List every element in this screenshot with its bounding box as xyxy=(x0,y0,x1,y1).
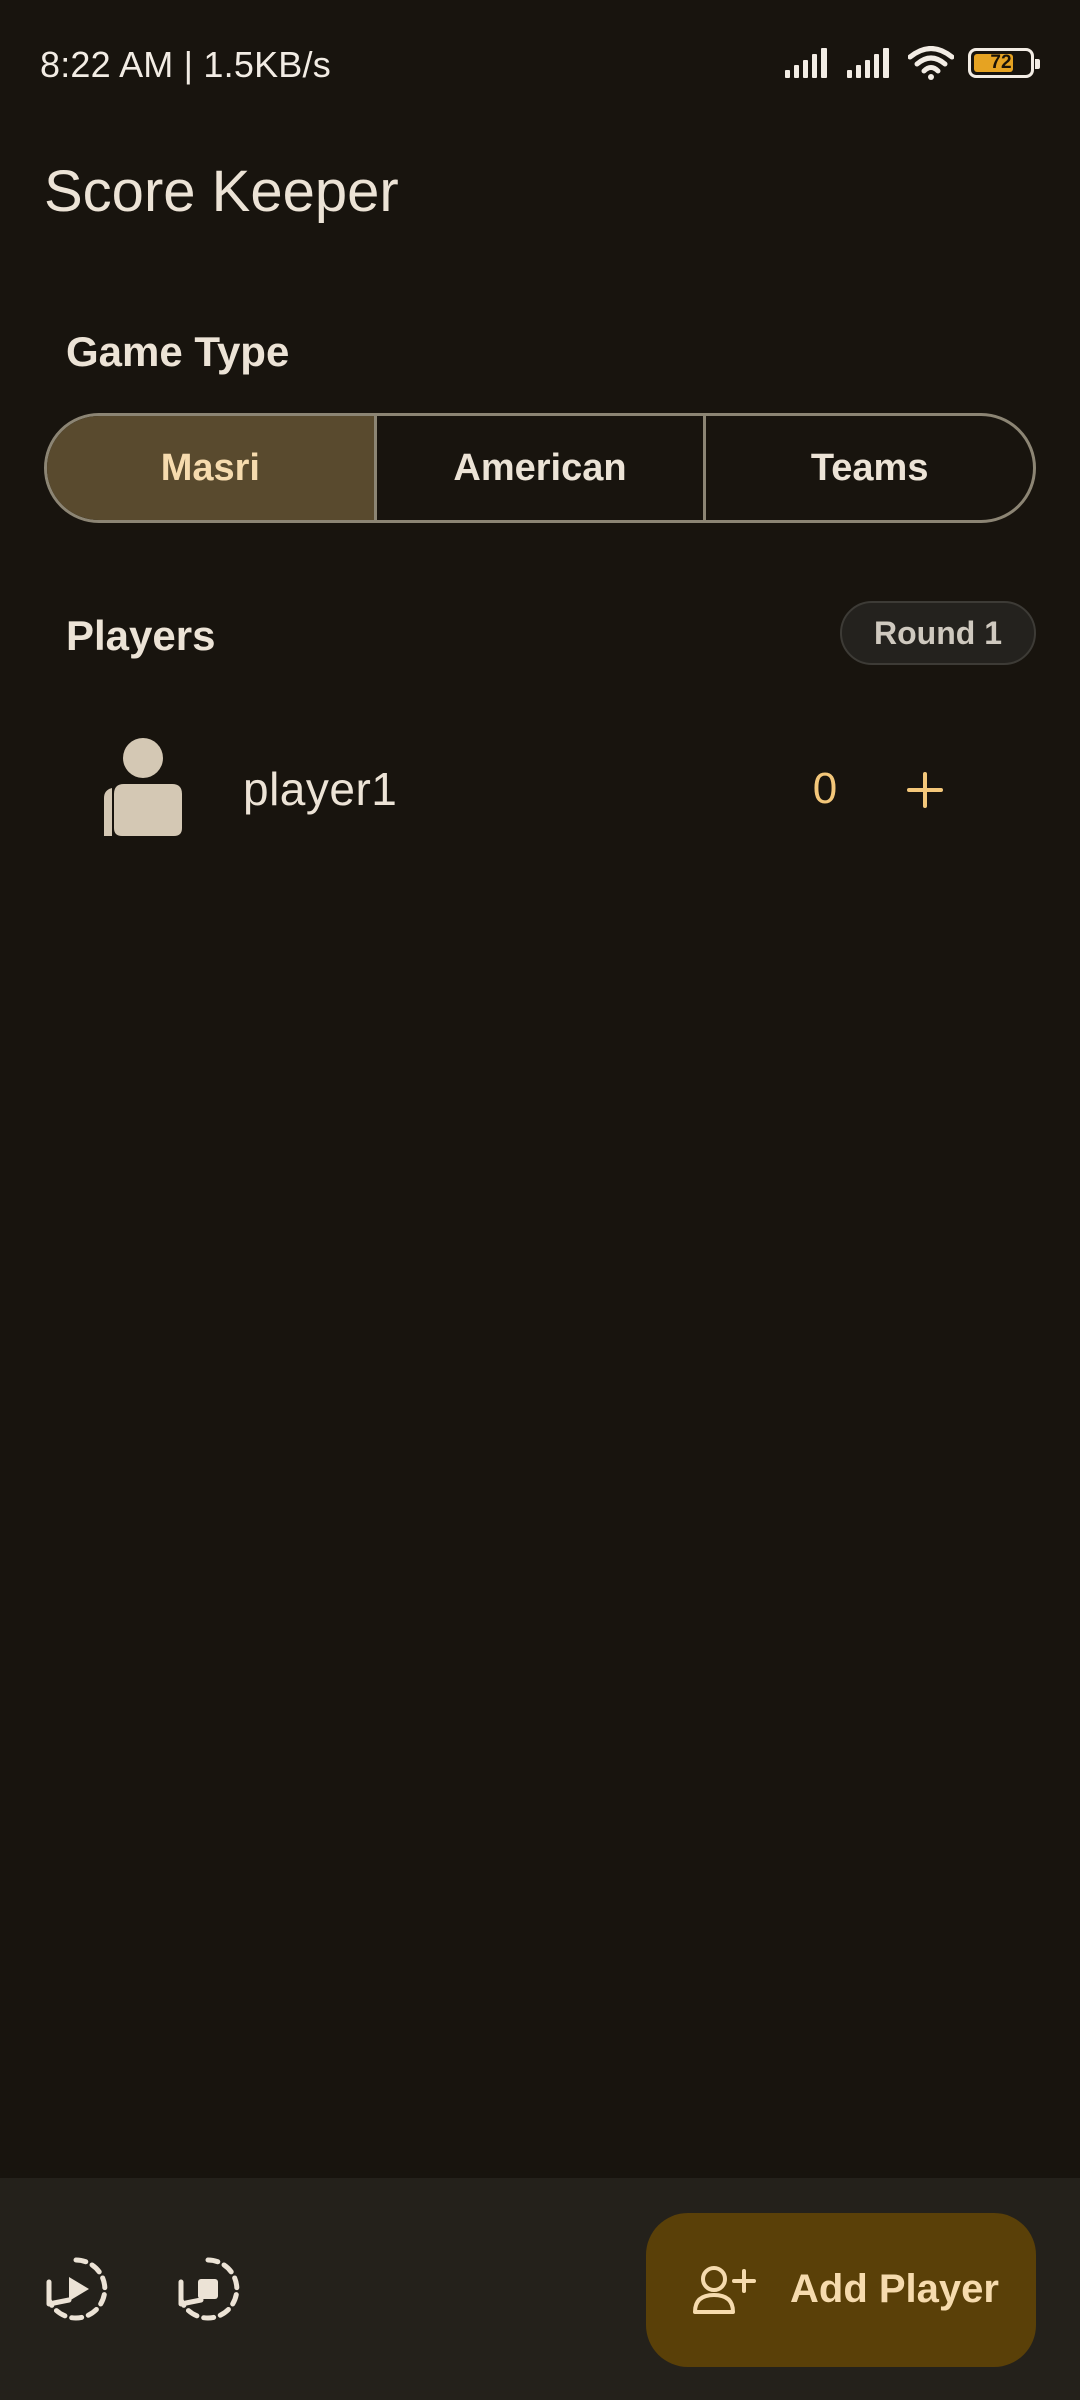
battery-level: 72 xyxy=(990,52,1012,73)
segment-american[interactable]: American xyxy=(377,416,707,520)
battery-icon: 72 xyxy=(968,48,1040,78)
game-type-selector: Masri American Teams xyxy=(44,413,1036,523)
signal-icon xyxy=(846,46,894,80)
round-badge: Round 1 xyxy=(840,601,1036,665)
player-row: player1 0 xyxy=(0,720,1080,860)
plus-icon[interactable] xyxy=(895,760,955,820)
segment-teams[interactable]: Teams xyxy=(706,416,1033,520)
players-label: Players xyxy=(66,612,216,659)
status-time: 8:22 AM | 1.5KB/s xyxy=(40,44,331,85)
wifi-icon xyxy=(908,46,954,80)
replay-icon[interactable] xyxy=(41,2254,111,2324)
add-player-label: Add Player xyxy=(790,2267,999,2311)
game-type-label: Game Type xyxy=(66,328,290,375)
app-title: Score Keeper xyxy=(44,159,399,224)
status-icons: 72 xyxy=(784,46,1040,80)
person-icon xyxy=(100,738,186,838)
signal-icon xyxy=(784,46,832,80)
stop-restart-icon[interactable] xyxy=(173,2254,243,2324)
add-player-button[interactable]: Add Player xyxy=(646,2213,1036,2367)
player-name: player1 xyxy=(243,763,398,815)
player-score: 0 xyxy=(812,764,838,813)
segment-masri[interactable]: Masri xyxy=(47,416,377,520)
person-add-icon xyxy=(692,2265,756,2315)
bottom-bar: Add Player xyxy=(0,2178,1080,2400)
status-bar: 8:22 AM | 1.5KB/s 72 xyxy=(0,0,1080,130)
